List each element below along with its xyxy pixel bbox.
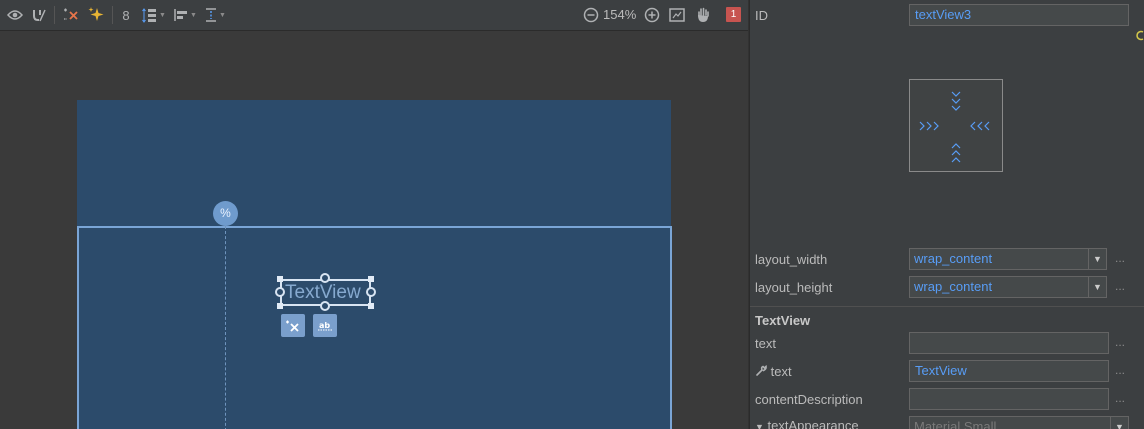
- constraint-anchor-bottom[interactable]: [320, 301, 330, 311]
- default-margin-selector[interactable]: 8: [118, 4, 134, 26]
- text-appearance-select[interactable]: Material.Small ▼: [909, 416, 1129, 429]
- tools-text-label: text: [755, 364, 792, 379]
- top-constraint-icon[interactable]: [950, 90, 962, 113]
- layout-height-value: wrap_content: [914, 279, 993, 294]
- content-description-label: contentDescription: [755, 392, 863, 407]
- baseline-icon: ab: [318, 321, 332, 330]
- resize-handle-bottom-left[interactable]: [277, 303, 283, 309]
- blueprint-canvas[interactable]: [77, 100, 671, 227]
- left-constraint-icon[interactable]: [918, 121, 942, 132]
- content-description-field[interactable]: [909, 388, 1109, 410]
- default-margin-value: 8: [122, 7, 130, 23]
- infer-constraints-icon[interactable]: [86, 4, 106, 26]
- chevron-down-icon: ▼: [190, 11, 197, 19]
- gradle-icon: [1136, 30, 1144, 41]
- wrench-icon: [756, 364, 767, 376]
- vertical-guideline[interactable]: [225, 226, 226, 429]
- magnet-icon[interactable]: [30, 4, 48, 26]
- layout-height-more-button[interactable]: ...: [1115, 279, 1125, 293]
- svg-text:ab: ab: [319, 321, 330, 330]
- layout-width-select[interactable]: wrap_content ▼: [909, 248, 1107, 270]
- right-constraint-icon[interactable]: [969, 121, 993, 132]
- layout-width-more-button[interactable]: ...: [1115, 251, 1125, 265]
- constraint-layout-bounds[interactable]: [77, 226, 672, 429]
- align-icon[interactable]: ▼: [173, 4, 197, 26]
- fit-screen-icon[interactable]: [668, 4, 686, 26]
- id-field[interactable]: textView3: [909, 4, 1129, 26]
- id-label: ID: [755, 8, 768, 23]
- layout-height-label: layout_height: [755, 280, 833, 295]
- resize-handle-top-right[interactable]: [368, 276, 374, 282]
- design-toolbar: 8 ▼ ▼ ▼ 154% 1: [0, 0, 748, 31]
- section-divider: [750, 306, 1144, 307]
- text-appearance-label: ▼ textAppearance: [755, 418, 859, 429]
- guidelines-icon[interactable]: ▼: [203, 4, 227, 26]
- layout-width-value: wrap_content: [914, 251, 993, 266]
- text-field[interactable]: [909, 332, 1109, 354]
- guideline-percent-handle[interactable]: %: [213, 201, 238, 226]
- resize-handle-bottom-right[interactable]: [368, 303, 374, 309]
- chevron-down-icon: ▼: [159, 11, 166, 19]
- text-appearance-value: Material.Small: [914, 419, 997, 429]
- attributes-panel: ID textView3 layout_width wrap_content ▼…: [750, 0, 1144, 429]
- content-description-more-button[interactable]: ...: [1115, 391, 1125, 405]
- clear-constraints-button[interactable]: [281, 314, 305, 337]
- design-editor: 8 ▼ ▼ ▼ 154% 1 % TextView ab: [0, 0, 749, 429]
- eye-icon[interactable]: [6, 4, 24, 26]
- zoom-out-icon[interactable]: [582, 4, 600, 26]
- expand-triangle-icon[interactable]: ▼: [755, 422, 764, 429]
- chevron-down-icon[interactable]: ▼: [1088, 249, 1106, 269]
- warnings-badge[interactable]: 1: [726, 7, 741, 22]
- bottom-constraint-icon[interactable]: [950, 142, 962, 165]
- constraint-anchor-left[interactable]: [275, 287, 285, 297]
- constraint-anchor-top[interactable]: [320, 273, 330, 283]
- clear-constraints-icon[interactable]: [61, 4, 81, 26]
- text-appearance-label-text: textAppearance: [767, 418, 859, 429]
- resize-handle-top-left[interactable]: [277, 276, 283, 282]
- chevron-down-icon: ▼: [219, 11, 226, 19]
- pack-icon[interactable]: ▼: [142, 4, 166, 26]
- tools-text-label-text: text: [770, 364, 792, 379]
- baseline-button[interactable]: ab: [313, 314, 337, 337]
- zoom-level: 154%: [603, 7, 637, 22]
- toolbar-separator: [112, 6, 113, 24]
- textview-section-title: TextView: [755, 313, 811, 328]
- gradle-side-tab[interactable]: [1136, 30, 1144, 80]
- chevron-down-icon[interactable]: ▼: [1110, 417, 1128, 429]
- tools-text-more-button[interactable]: ...: [1115, 363, 1125, 377]
- clear-constraints-icon: [286, 320, 299, 332]
- pan-icon[interactable]: [694, 4, 712, 26]
- tools-text-field[interactable]: TextView: [909, 360, 1109, 382]
- layout-width-label: layout_width: [755, 252, 828, 267]
- text-more-button[interactable]: ...: [1115, 335, 1125, 349]
- zoom-in-icon[interactable]: [643, 4, 661, 26]
- constraint-anchor-right[interactable]: [366, 287, 376, 297]
- constraint-widget[interactable]: [909, 79, 1003, 172]
- layout-height-select[interactable]: wrap_content ▼: [909, 276, 1107, 298]
- text-label: text: [755, 336, 776, 351]
- toolbar-separator: [54, 6, 55, 24]
- chevron-down-icon[interactable]: ▼: [1088, 277, 1106, 297]
